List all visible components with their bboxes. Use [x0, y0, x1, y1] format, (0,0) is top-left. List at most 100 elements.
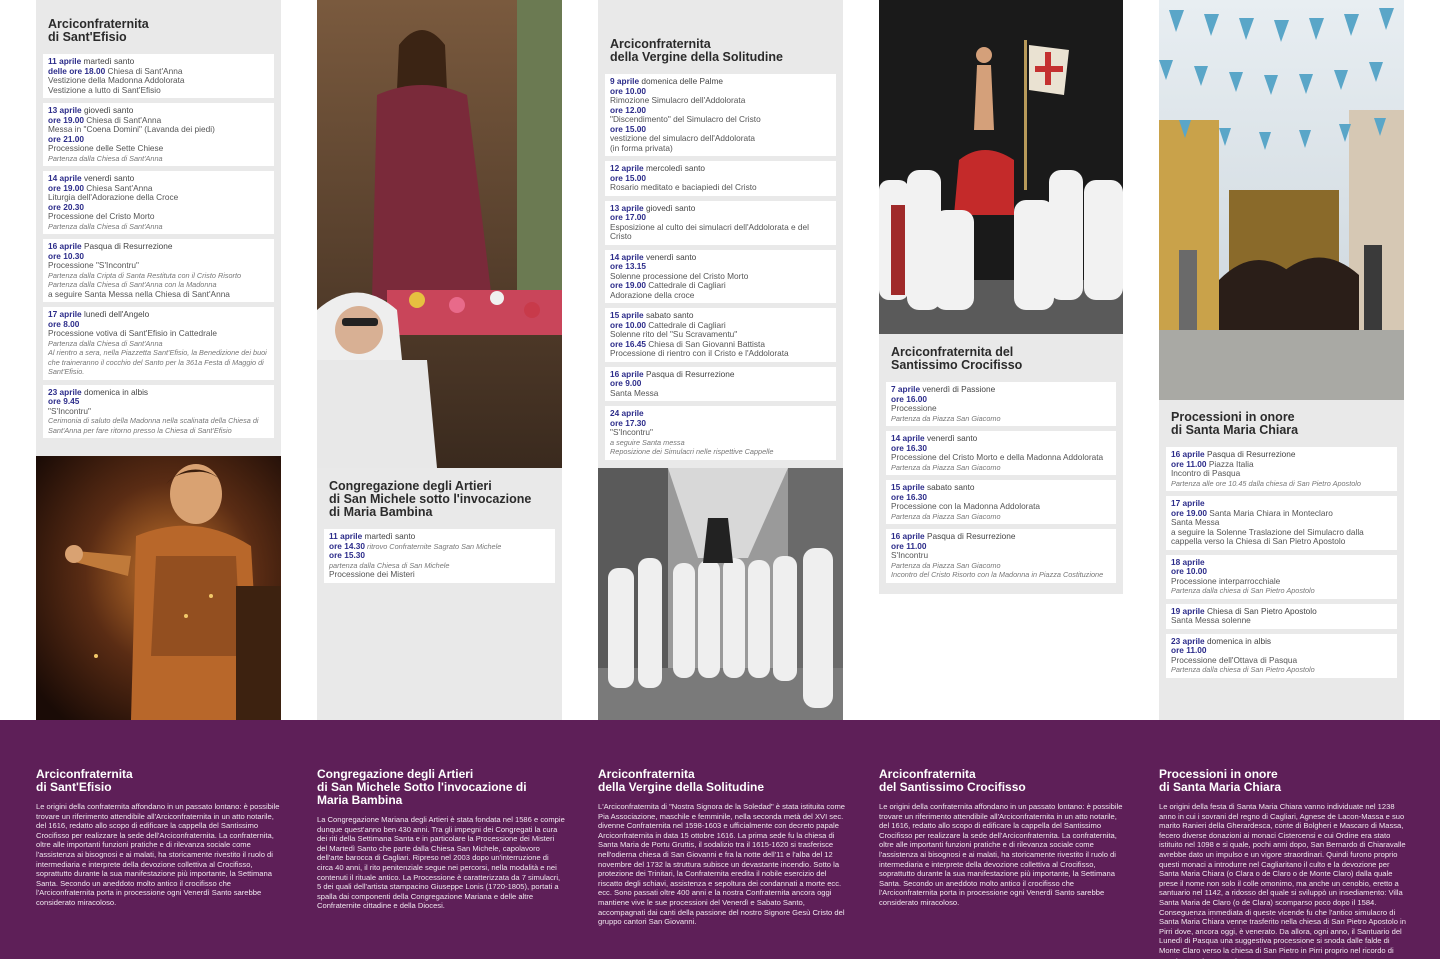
- event-time: ore 20.30: [48, 201, 84, 212]
- event-time: ore 10.00: [1171, 566, 1207, 576]
- event-date: 14 aprile: [891, 433, 925, 443]
- event-text: Processione delle Sette Chiese: [48, 143, 164, 153]
- event-day: Pasqua di Resurrezione: [643, 368, 735, 379]
- history-text: Le origini della festa di Santa Maria Ch…: [1159, 802, 1406, 959]
- history-solitudine: Arciconfraternita della Vergine della Sol…: [598, 768, 846, 927]
- event-text: Santa Maria Chiara in Monteclaro: [1206, 507, 1333, 518]
- event-text: Processione con la Madonna Addolorata: [891, 501, 1040, 511]
- event-text: Cattedrale di Cagliari: [645, 280, 726, 290]
- event-day: Pasqua di Resurrezione: [924, 531, 1016, 541]
- event-time: ore 15.30: [329, 550, 365, 560]
- history-text: Le origini della confraternita affondano…: [36, 802, 280, 907]
- event-text: Chiesa di Sant'Anna: [105, 65, 183, 76]
- event-item: 14 aprile venerdì santo ore 16.30 Processi…: [886, 431, 1116, 475]
- event-day: venerdì santo: [924, 433, 978, 443]
- event-line: Processione "S'Incontru": [48, 260, 269, 271]
- event-line: (in forma privata): [610, 143, 831, 154]
- event-item: 9 aprile domenica delle Palme ore 10.00 Ri…: [605, 74, 836, 156]
- event-text: Rosario meditato e baciapiedi del Cristo: [610, 182, 757, 192]
- christ-statue-procession-photo: [317, 0, 562, 468]
- event-line: S'Incontru: [891, 550, 1111, 561]
- event-line: Reposizione dei Simulacri nelle rispetti…: [610, 447, 831, 457]
- event-line: Partenza dalla Chiesa di Sant'Anna: [48, 339, 269, 349]
- event-time: ore 12.00: [610, 104, 646, 115]
- panel-title: Processioni in onore di Santa Maria Chiar…: [1171, 410, 1299, 437]
- event-note: Partenza dalla chiesa di San Pietro Apos…: [1171, 665, 1315, 674]
- event-text: Vestizione a lutto di Sant'Efisio: [48, 84, 161, 95]
- event-line: Partenza da Piazza San Giacomo: [891, 561, 1111, 571]
- event-line: a seguire la Solenne Traslazione del Sim…: [1171, 527, 1392, 547]
- event-line: Incontro di Pasqua: [1171, 468, 1392, 479]
- event-note: Partenza alle ore 10.45 dalla chiesa di …: [1171, 478, 1361, 488]
- event-time: ore 10.00: [610, 319, 646, 330]
- event-item: 12 aprile mercoledì santo ore 15.00 Rosari…: [605, 161, 836, 196]
- event-item: 18 aprile ore 10.00 Processione interparro…: [1166, 554, 1397, 599]
- event-text: Processione dell'Ottava di Pasqua: [1171, 654, 1298, 665]
- event-item: 14 aprile venerdì santo ore 19.00 Chiesa …: [43, 171, 274, 234]
- event-date: 14 aprile: [48, 173, 82, 183]
- event-time: ore 17.00: [610, 212, 646, 222]
- event-time: ore 13.15: [610, 261, 646, 271]
- event-text: Processione interparrocchiale: [1171, 575, 1281, 586]
- event-note: Partenza da Piazza San Giacomo: [891, 413, 1001, 423]
- event-text: Processione "S'Incontru": [48, 260, 139, 270]
- event-text: a seguire Santa Messa nella Chiesa di Sa…: [48, 288, 230, 299]
- event-item: 7 aprile venerdì di Passione ore 16.00 Pro…: [886, 382, 1116, 426]
- event-day: venerdì santo: [643, 251, 697, 262]
- history-text: La Congregazione Mariana degli Artieri è…: [317, 815, 565, 911]
- event-date: 13 aprile: [48, 105, 82, 115]
- panel-title: Congregazione degli Artieri di San Michel…: [329, 479, 532, 519]
- event-item: 11 aprile martedì santo ore 14.30 ritrovo…: [324, 529, 555, 583]
- event-day: Pasqua di Resurrezione: [81, 241, 173, 251]
- event-time: ore 19.00: [1171, 507, 1207, 518]
- event-text: Rimozione Simulacro dell'Addolorata: [610, 95, 746, 105]
- event-note: ritrovo Confraternite Sagrato San Michel…: [364, 541, 502, 551]
- event-text: Processione del Cristo Morto e della Mad…: [891, 452, 1104, 462]
- event-time: ore 16.00: [891, 393, 927, 404]
- event-line: Partenza dalla chiesa di San Pietro Apos…: [1171, 665, 1392, 675]
- event-text: Esposizione al culto dei simulacri dell'…: [610, 221, 809, 241]
- event-note: Partenza dalla Cripta di Santa Restituta…: [48, 270, 242, 280]
- event-note: Partenza dalla Chiesa di Sant'Anna: [48, 221, 163, 231]
- event-note: Incontro del Cristo Risorto con la Madon…: [891, 570, 1104, 579]
- event-time: ore 21.00: [48, 133, 84, 144]
- event-line: Partenza alle ore 10.45 dalla chiesa di …: [1171, 479, 1392, 489]
- event-time: ore 9.00: [610, 378, 642, 388]
- crucifix-procession-photo: [879, 0, 1123, 334]
- event-text: Processione di rientro con il Cristo e l…: [610, 348, 789, 358]
- event-line: Processione di rientro con il Cristo e l…: [610, 348, 831, 359]
- event-line: Partenza dalla Cripta di Santa Restituta…: [48, 271, 269, 281]
- event-line: Adorazione della croce: [610, 290, 831, 301]
- event-day: sabato santo: [924, 482, 975, 492]
- event-date: 23 aprile: [1171, 635, 1205, 646]
- event-line: Processione dell'Ottava di Pasqua: [1171, 654, 1392, 666]
- event-text: Incontro di Pasqua: [1171, 468, 1241, 478]
- event-line: Partenza dalla Chiesa di Sant'Anna: [48, 222, 269, 232]
- event-date: 18 aprile: [1171, 556, 1205, 567]
- event-item: 13 aprile giovedì santo ore 19.00 Chiesa …: [43, 103, 274, 166]
- event-day: martedì santo: [362, 531, 416, 541]
- event-item: 14 aprile venerdì santo ore 13.15 Solenne …: [605, 249, 836, 303]
- event-line: Al rientro a sera, nella Piazzetta Sant'…: [48, 348, 269, 377]
- event-line: Esposizione al culto dei simulacri dell'…: [610, 221, 831, 242]
- event-item: 15 aprile sabato santo ore 10.00 Cattedra…: [605, 308, 836, 362]
- event-day: martedì santo: [81, 56, 135, 66]
- event-line: Processione del Cristo Morto e della Mad…: [891, 452, 1111, 463]
- event-time: ore 15.00: [610, 123, 646, 134]
- event-time: ore 8.00: [48, 318, 80, 329]
- event-note: Partenza da Piazza San Giacomo: [891, 462, 1001, 472]
- event-note: Partenza dalla chiesa di San Pietro Apos…: [1171, 586, 1315, 595]
- event-note: Al rientro a sera, nella Piazzetta Sant'…: [48, 348, 267, 376]
- event-time: ore 11.00: [891, 540, 927, 551]
- event-time: ore 15.00: [610, 172, 646, 183]
- panel-solitudine: Arciconfraternita della Vergine della Sol…: [598, 0, 843, 468]
- history-title: Arciconfraternita di Sant'Efisio: [36, 767, 133, 794]
- event-item: 24 aprile ore 17.30 "S'Incontru" a seguire …: [605, 406, 836, 460]
- event-item: 16 aprile Pasqua di Resurrezione ore 10.3…: [43, 239, 274, 302]
- event-date: 13 aprile: [610, 202, 644, 213]
- event-line: ore 15.30: [329, 550, 550, 561]
- event-item: 11 aprile martedì santo delle ore 18.00 C…: [43, 54, 274, 98]
- event-text: "S'Incontru": [48, 405, 91, 416]
- panel-crocifisso: Arciconfraternita del Santissimo Crocifis…: [879, 334, 1123, 594]
- event-note: Reposizione dei Simulacri nelle rispetti…: [610, 447, 774, 456]
